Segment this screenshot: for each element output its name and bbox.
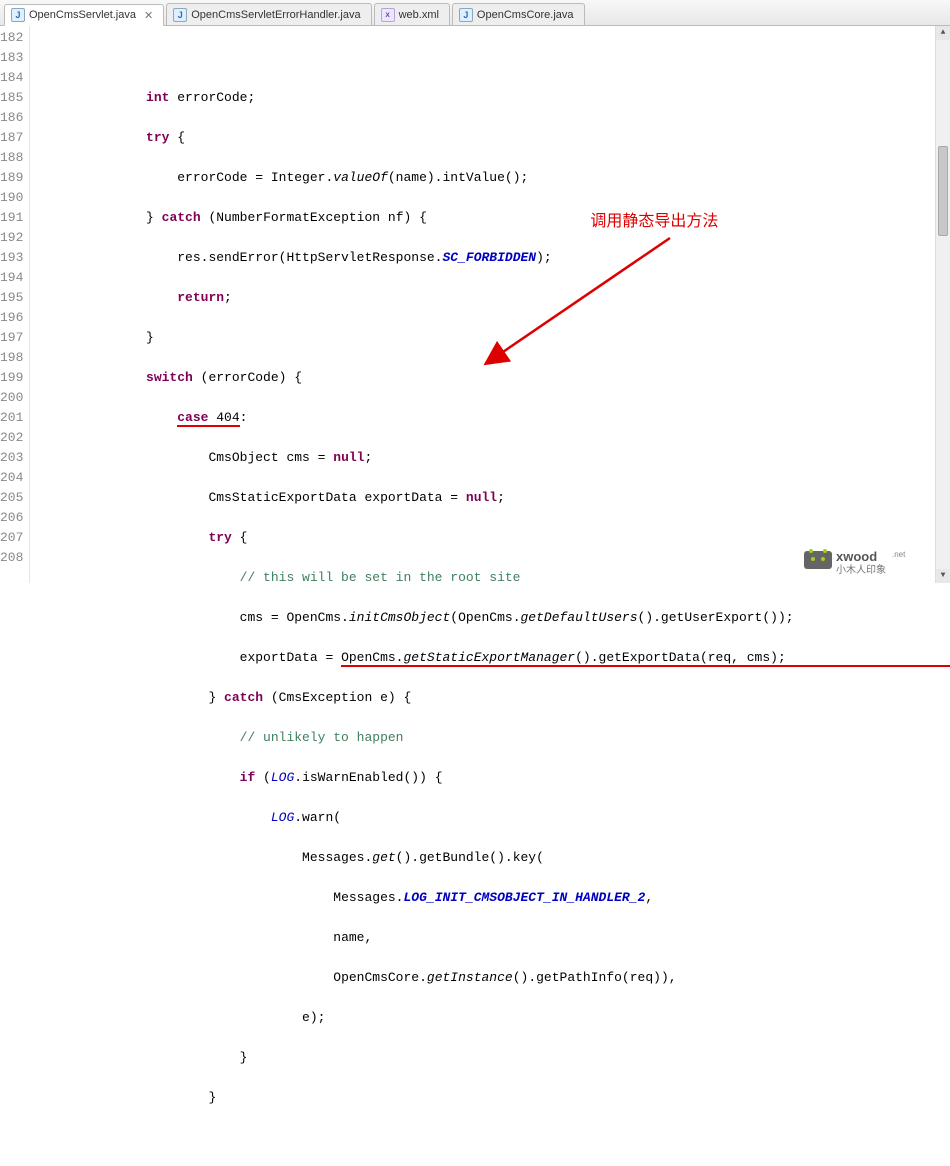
line-number: 208: [0, 548, 23, 568]
line-number: 185: [0, 88, 23, 108]
line-number: 188: [0, 148, 23, 168]
code-line: try {: [52, 128, 950, 148]
code-line: CmsStaticExportData exportData = null;: [52, 488, 950, 508]
code-line: cms = OpenCms.initCmsObject(OpenCms.getD…: [52, 608, 950, 628]
line-number: 206: [0, 508, 23, 528]
code-line: exportData = OpenCms.getStaticExportMana…: [52, 648, 950, 668]
line-number: 192: [0, 228, 23, 248]
code-line: OpenCmsCore.getInstance().getPathInfo(re…: [52, 968, 950, 988]
line-number: 200: [0, 388, 23, 408]
code-line: } catch (CmsException e) {: [52, 688, 950, 708]
code-line: name,: [52, 928, 950, 948]
line-number: 187: [0, 128, 23, 148]
code-line: res.sendError(HttpServletResponse.SC_FOR…: [52, 248, 950, 268]
line-number: 193: [0, 248, 23, 268]
line-number: 207: [0, 528, 23, 548]
xml-file-icon: x: [381, 8, 395, 22]
scroll-up-icon[interactable]: ▲: [936, 26, 950, 40]
scrollbar-thumb[interactable]: [938, 146, 948, 236]
tab-opencmsservleterrorhandler[interactable]: J OpenCmsServletErrorHandler.java: [166, 3, 371, 25]
code-line: case 404:: [52, 408, 950, 428]
tab-label: OpenCmsServlet.java: [29, 9, 136, 21]
line-number: 194: [0, 268, 23, 288]
tab-webxml[interactable]: x web.xml: [374, 3, 450, 25]
code-line: LOG.warn(: [52, 808, 950, 828]
code-line: errorCode = Integer.valueOf(name).intVal…: [52, 168, 950, 188]
code-line: Messages.LOG_INIT_CMSOBJECT_IN_HANDLER_2…: [52, 888, 950, 908]
code-line: return;: [52, 288, 950, 308]
line-number: 197: [0, 328, 23, 348]
line-number: 204: [0, 468, 23, 488]
line-number: 184: [0, 68, 23, 88]
line-number: 205: [0, 488, 23, 508]
line-number-gutter: 1821831841851861871881891901911921931941…: [0, 26, 30, 583]
close-icon[interactable]: ✕: [144, 9, 153, 22]
code-line: }: [52, 1088, 950, 1108]
code-line: }: [52, 1048, 950, 1068]
code-line: switch (errorCode) {: [52, 368, 950, 388]
code-line: if (LOG.isWarnEnabled()) {: [52, 768, 950, 788]
line-number: 196: [0, 308, 23, 328]
code-line: try {: [52, 528, 950, 548]
editor-tabbar: J OpenCmsServlet.java ✕ J OpenCmsServlet…: [0, 0, 950, 26]
line-number: 182: [0, 28, 23, 48]
code-line: int errorCode;: [52, 88, 950, 108]
line-number: 189: [0, 168, 23, 188]
code-line: } catch (NumberFormatException nf) {: [52, 208, 950, 228]
code-line: [52, 48, 950, 68]
tab-label: web.xml: [399, 9, 439, 21]
line-number: 183: [0, 48, 23, 68]
code-line: Messages.get().getBundle().key(: [52, 848, 950, 868]
line-number: 201: [0, 408, 23, 428]
line-number: 198: [0, 348, 23, 368]
java-file-icon: J: [173, 8, 187, 22]
java-file-icon: J: [11, 8, 25, 22]
line-number: 195: [0, 288, 23, 308]
code-area[interactable]: int errorCode; try { errorCode = Integer…: [30, 26, 950, 583]
line-number: 186: [0, 108, 23, 128]
tab-opencmsservlet[interactable]: J OpenCmsServlet.java ✕: [4, 4, 164, 26]
scroll-down-icon[interactable]: ▼: [936, 569, 950, 583]
tab-label: OpenCmsCore.java: [477, 9, 574, 21]
line-number: 191: [0, 208, 23, 228]
java-file-icon: J: [459, 8, 473, 22]
code-line: e);: [52, 1008, 950, 1028]
line-number: 199: [0, 368, 23, 388]
tab-opencmscore[interactable]: J OpenCmsCore.java: [452, 3, 585, 25]
code-line: CmsObject cms = null;: [52, 448, 950, 468]
line-number: 203: [0, 448, 23, 468]
tab-label: OpenCmsServletErrorHandler.java: [191, 9, 360, 21]
code-editor[interactable]: 1821831841851861871881891901911921931941…: [0, 26, 950, 583]
code-line: }: [52, 328, 950, 348]
line-number: 202: [0, 428, 23, 448]
code-line: // this will be set in the root site: [52, 568, 950, 588]
line-number: 190: [0, 188, 23, 208]
vertical-scrollbar[interactable]: ▲ ▼: [935, 26, 950, 583]
code-line: // unlikely to happen: [52, 728, 950, 748]
